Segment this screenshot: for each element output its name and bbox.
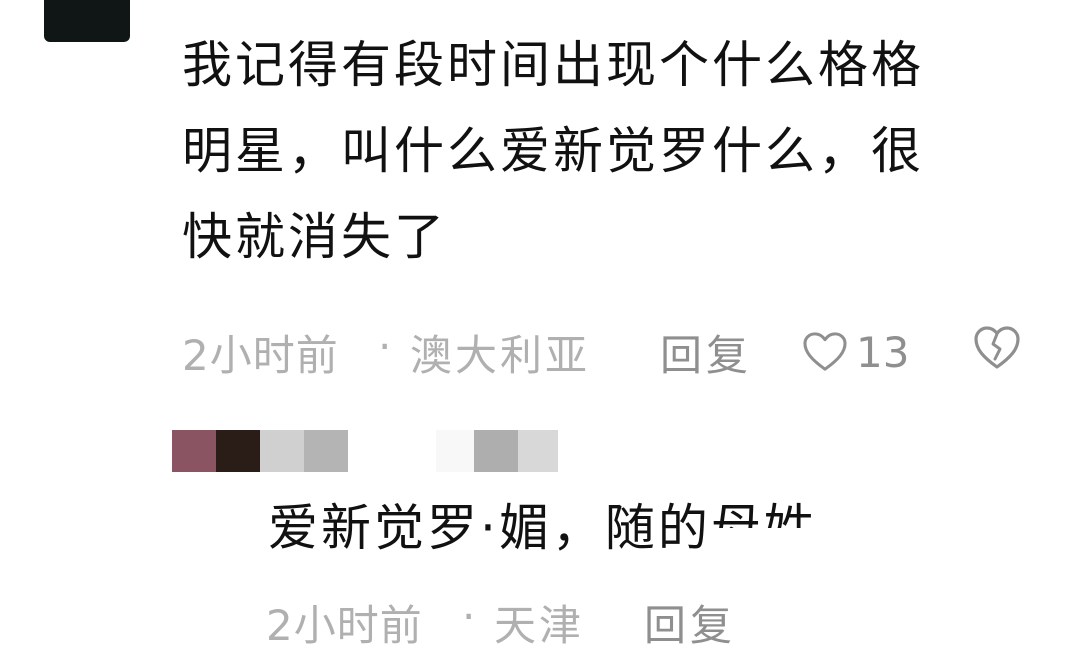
mosaic-block <box>260 430 304 472</box>
heart-outline-icon <box>803 332 847 371</box>
reply-button[interactable]: 回复 <box>644 592 736 653</box>
comment-location: 澳大利亚 <box>410 331 591 380</box>
comment-body: 我记得有段时间出现个什么格格 明星，叫什么爱新觉罗什么，很 快就消失了 <box>182 22 1022 280</box>
avatar[interactable] <box>44 0 130 42</box>
mosaic-block <box>436 430 474 472</box>
reply-button[interactable]: 回复 <box>660 322 752 383</box>
mosaic-block <box>304 430 348 472</box>
broken-heart-icon <box>974 326 1020 369</box>
dislike-button[interactable] <box>972 324 1022 372</box>
mosaic-block <box>216 430 260 472</box>
reply-meta: 2小时前 · 天津 回复 <box>266 590 766 650</box>
reply-text: 爱新觉罗·媚，随的母姓 <box>268 498 888 558</box>
meta-separator: · <box>462 592 476 641</box>
reply-text-visible: 爱新觉罗·媚，随的 <box>268 499 711 557</box>
meta-separator: · <box>378 322 392 371</box>
comment-text: 我记得有段时间出现个什么格格 明星，叫什么爱新觉罗什么，很 快就消失了 <box>182 22 1022 280</box>
comment-line: 快就消失了 <box>182 208 447 266</box>
mosaic-block <box>518 430 558 472</box>
like-count: 13 <box>856 327 910 377</box>
mosaic-block <box>474 430 518 472</box>
comment-line: 我记得有段时间出现个什么格格 <box>182 36 924 94</box>
reply-username-mosaic[interactable] <box>172 430 572 472</box>
comment-line: 明星，叫什么爱新觉罗什么，很 <box>182 122 924 180</box>
comment-meta: 2小时前 · 澳大利亚 回复 13 <box>182 318 1042 382</box>
reply-time: 2小时前 <box>266 601 423 650</box>
reply-text-cut: 母姓 <box>710 499 817 528</box>
mosaic-block <box>172 430 216 472</box>
reply-location: 天津 <box>494 601 585 650</box>
like-button[interactable]: 13 <box>802 326 909 378</box>
comment-time: 2小时前 <box>182 331 339 380</box>
